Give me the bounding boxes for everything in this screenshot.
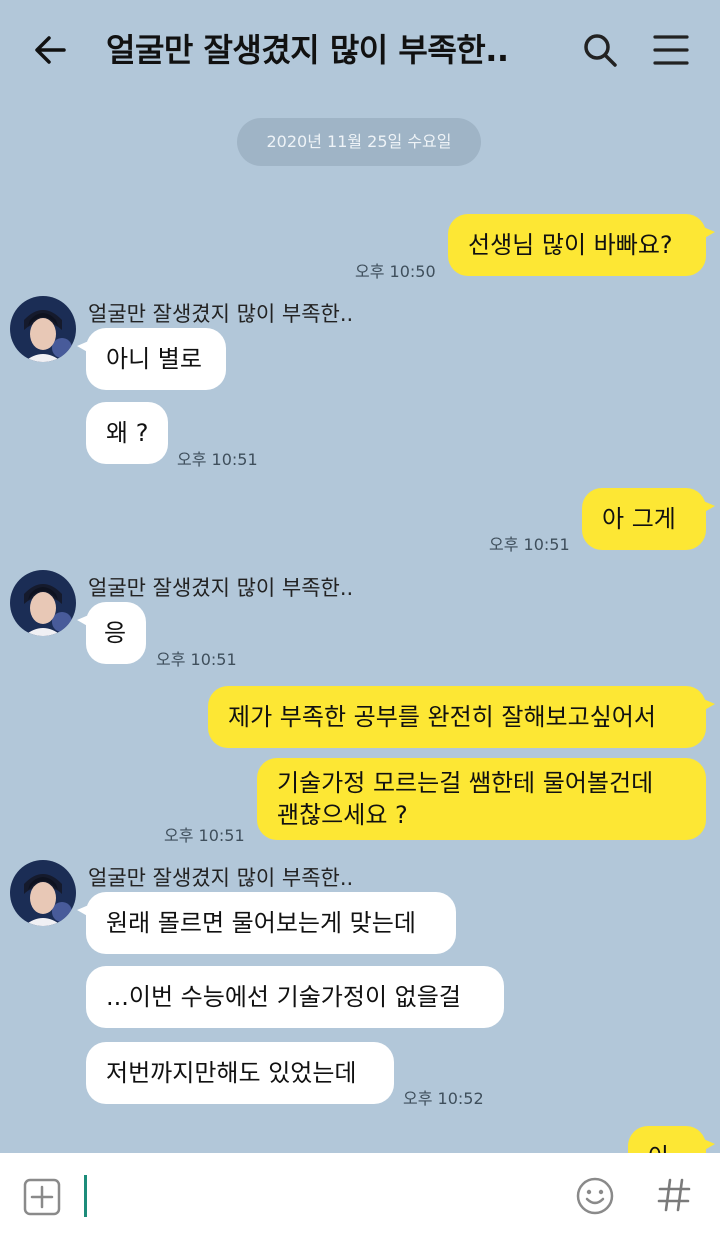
my-message-bubble[interactable]: 기술가정 모르는걸 쌤한테 물어볼건데 괜찮으세요 ?: [257, 758, 706, 840]
avatar[interactable]: [10, 570, 76, 636]
avatar-image: [10, 860, 76, 926]
message-time: 오후 10:51: [156, 650, 237, 669]
chat-header: 얼굴만 잘생겼지 많이 부족한..: [0, 0, 720, 100]
plus-box-icon[interactable]: [22, 1177, 62, 1217]
their-message-bubble[interactable]: 아니 별로: [77, 328, 226, 390]
my-message-bubble[interactable]: 제가 부족한 공부를 완전히 잘해보고싶어서: [208, 686, 715, 748]
message-text-line: 기술가정 모르는걸 쌤한테 물어볼건데: [277, 769, 654, 797]
sender-name: 얼굴만 잘생겼지 많이 부족한..: [88, 866, 354, 890]
emoji-icon[interactable]: [575, 1176, 615, 1216]
their-message-bubble[interactable]: 원래 몰르면 물어보는게 맞는데: [77, 892, 456, 954]
hash-icon[interactable]: [656, 1177, 692, 1213]
message-text-line: 괜찮으세요 ?: [277, 801, 408, 829]
back-arrow-icon[interactable]: [30, 30, 70, 70]
message-text: 아니 별로: [106, 345, 202, 373]
message-time: 오후 10:51: [177, 450, 258, 469]
message-time: 오후 10:51: [489, 535, 570, 554]
avatar[interactable]: [10, 296, 76, 362]
sender-name: 얼굴만 잘생겼지 많이 부족한..: [88, 302, 354, 326]
their-message-bubble[interactable]: 응: [77, 602, 146, 664]
search-icon[interactable]: [580, 30, 620, 70]
their-message-bubble[interactable]: ...이번 수능에선 기술가정이 없을걸: [86, 966, 504, 1028]
date-divider: 2020년 11월 25일 수요일: [237, 118, 481, 166]
my-message-bubble[interactable]: 아 그게: [582, 488, 715, 550]
message-time: 오후 10:50: [355, 262, 436, 281]
their-message-bubble[interactable]: 저번까지만해도 있었는데: [86, 1042, 394, 1104]
chat-title: 얼굴만 잘생겼지 많이 부족한..: [106, 31, 509, 69]
their-message-bubble[interactable]: 왜 ?: [86, 402, 168, 464]
message-text: 아 그게: [602, 505, 676, 533]
message-text: 응: [104, 619, 127, 647]
message-text: 왜 ?: [106, 419, 149, 447]
message-input-field[interactable]: [84, 1175, 87, 1217]
message-text: 원래 몰르면 물어보는게 맞는데: [106, 909, 416, 937]
avatar-image: [10, 296, 76, 362]
my-message-bubble[interactable]: 선생님 많이 바빠요?: [448, 214, 715, 276]
menu-icon[interactable]: [652, 32, 690, 68]
message-text: 저번까지만해도 있었는데: [106, 1059, 357, 1087]
avatar-image: [10, 570, 76, 636]
message-text: ...이번 수능에선 기술가정이 없을걸: [106, 983, 461, 1011]
message-time: 오후 10:51: [164, 826, 245, 845]
avatar[interactable]: [10, 860, 76, 926]
message-text: 선생님 많이 바빠요?: [468, 231, 673, 259]
message-time: 오후 10:52: [403, 1089, 484, 1108]
message-text: 제가 부족한 공부를 완전히 잘해보고싶어서: [228, 703, 656, 731]
sender-name: 얼굴만 잘생겼지 많이 부족한..: [88, 576, 354, 600]
message-input-bar: [0, 1153, 720, 1238]
